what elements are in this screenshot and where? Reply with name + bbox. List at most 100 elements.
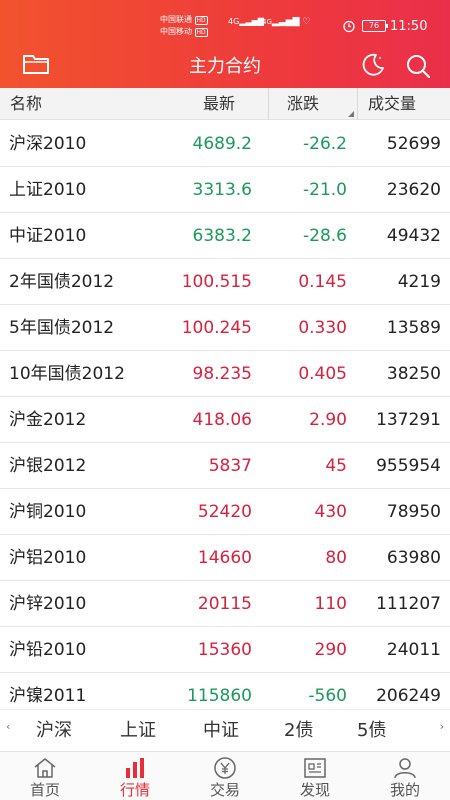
app-header: 中国联通 HD 中国移动 HD 4G▂▃▅▇ 4G▂▃▅▇ ♡ 76 11:50… [0, 0, 450, 88]
column-change-label: 涨跌 [287, 94, 320, 113]
table-row[interactable]: 上证2010 3313.6 -21.0 23620 [0, 167, 450, 213]
table-row[interactable]: 2年国债2012 100.515 0.145 4219 [0, 259, 450, 305]
column-change-header[interactable]: 涨跌 [268, 88, 358, 120]
carrier-2: 中国移动 [160, 27, 192, 36]
cell-name: 沪铅2010 [9, 640, 87, 660]
news-icon [304, 758, 326, 778]
hd-badge-2: HD [194, 28, 208, 37]
column-last-header[interactable]: 最新 [203, 88, 235, 120]
sort-indicator-icon [348, 111, 354, 117]
night-mode-icon[interactable] [360, 52, 386, 78]
cell-name: 沪铝2010 [9, 548, 87, 568]
cell-name: 10年国债2012 [9, 364, 125, 384]
cell-last-price: 14660 [197, 548, 252, 568]
nav-discover-label: 发现 [299, 781, 330, 799]
quote-list: 沪深2010 4689.2 -26.2 52699 上证2010 3313.6 -21.0 2… [0, 121, 450, 719]
cell-last-price: 15360 [197, 640, 252, 660]
table-row[interactable]: 10年国债2012 98.235 0.405 38250 [0, 351, 450, 397]
cell-last-price: 418.06 [192, 410, 252, 430]
cell-change: 430 [314, 502, 347, 522]
nav-mine[interactable]: 我的 [360, 752, 450, 800]
cell-volume: 49432 [386, 226, 441, 246]
table-row[interactable]: 沪金2012 418.06 2.90 137291 [0, 397, 450, 443]
column-name-header[interactable]: 名称 [10, 88, 42, 120]
cell-last-price: 100.515 [181, 272, 252, 292]
carrier-1: 中国联通 [160, 15, 192, 24]
table-row[interactable]: 5年国债2012 100.245 0.330 13589 [0, 305, 450, 351]
signal-icon-2: 4G▂▃▅▇ ♡ [262, 17, 311, 27]
nav-trade-label: 交易 [209, 781, 240, 799]
table-row[interactable]: 沪铝2010 14660 80 63980 [0, 535, 450, 581]
search-icon[interactable] [404, 52, 432, 80]
nav-mine-label: 我的 [389, 781, 420, 799]
column-volume-header[interactable]: 成交量 [368, 88, 416, 120]
market-tab-hushen[interactable]: 沪深 [36, 710, 72, 752]
table-row[interactable]: 沪铜2010 52420 430 78950 [0, 489, 450, 535]
cell-name: 沪铜2010 [9, 502, 87, 522]
cell-volume: 955954 [376, 456, 441, 476]
cell-name: 5年国债2012 [9, 318, 115, 338]
status-bar: 中国联通 HD 中国移动 HD 4G▂▃▅▇ 4G▂▃▅▇ ♡ 76 11:50 [0, 0, 450, 40]
cell-volume: 111207 [376, 594, 441, 614]
battery-level: 76 [368, 21, 380, 30]
network-1: 4G [228, 17, 240, 26]
nav-home-label: 首页 [29, 781, 60, 799]
market-tab-2yr-bond[interactable]: 2债 [284, 710, 313, 752]
network-2: 4G [262, 18, 272, 26]
cell-change: -21.0 [303, 180, 347, 200]
cell-name: 沪锌2010 [9, 594, 87, 614]
cell-change: 0.405 [298, 364, 347, 384]
yen-coin-icon [214, 757, 236, 779]
market-tab-shangzheng[interactable]: 上证 [120, 710, 156, 752]
cell-change: 110 [314, 594, 347, 614]
nav-home[interactable]: 首页 [0, 752, 90, 800]
cell-change: -26.2 [303, 134, 347, 154]
cell-last-price: 20115 [197, 594, 252, 614]
cell-last-price: 4689.2 [192, 134, 252, 154]
nav-quotes-label: 行情 [119, 781, 150, 799]
nav-discover[interactable]: 发现 [270, 752, 360, 800]
cell-volume: 24011 [386, 640, 441, 660]
table-row[interactable]: 沪深2010 4689.2 -26.2 52699 [0, 121, 450, 167]
signal-icon-1: 4G▂▃▅▇ [228, 17, 264, 26]
cell-change: -28.6 [303, 226, 347, 246]
cell-last-price: 52420 [197, 502, 252, 522]
cell-last-price: 3313.6 [192, 180, 252, 200]
cell-last-price: 5837 [208, 456, 252, 476]
cell-name: 沪深2010 [9, 134, 87, 154]
cell-change: 0.330 [298, 318, 347, 338]
nav-quotes[interactable]: 行情 [90, 752, 180, 800]
cell-last-price: 100.245 [181, 318, 252, 338]
table-row[interactable]: 中证2010 6383.2 -28.6 49432 [0, 213, 450, 259]
cell-name: 上证2010 [9, 180, 87, 200]
cell-last-price: 6383.2 [192, 226, 252, 246]
cell-change: 45 [325, 456, 347, 476]
table-row[interactable]: 沪锌2010 20115 110 111207 [0, 581, 450, 627]
table-row[interactable]: 沪铅2010 15360 290 24011 [0, 627, 450, 673]
cell-volume: 137291 [376, 410, 441, 430]
cell-volume: 63980 [386, 548, 441, 568]
market-tab-zhongzheng[interactable]: 中证 [203, 710, 239, 752]
cell-volume: 78950 [386, 502, 441, 522]
cell-change: 80 [325, 548, 347, 568]
hd-badge-1: HD [194, 16, 208, 25]
cell-change: 2.90 [309, 410, 347, 430]
bar-chart-icon [126, 758, 144, 778]
alarm-icon [343, 20, 355, 33]
market-tab-5yr-bond[interactable]: 5债 [357, 710, 386, 752]
cell-name: 2年国债2012 [9, 272, 115, 292]
cell-volume: 38250 [386, 364, 441, 384]
home-icon [34, 758, 56, 778]
cell-volume: 13589 [386, 318, 441, 338]
chevron-right-icon[interactable]: › [440, 720, 444, 733]
clock: 11:50 [390, 19, 428, 34]
cell-change: 290 [314, 640, 347, 660]
cell-name: 沪银2012 [9, 456, 87, 476]
chevron-left-icon[interactable]: ‹ [6, 720, 10, 733]
table-row[interactable]: 沪银2012 5837 45 955954 [0, 443, 450, 489]
market-tabs: ‹ 沪深 上证 中证 2债 5债 › [0, 709, 450, 751]
cell-volume: 52699 [386, 134, 441, 154]
nav-trade[interactable]: 交易 [180, 752, 270, 800]
table-header: 名称 最新 涨跌 成交量 [0, 88, 450, 120]
battery-icon: 76 [362, 20, 388, 32]
